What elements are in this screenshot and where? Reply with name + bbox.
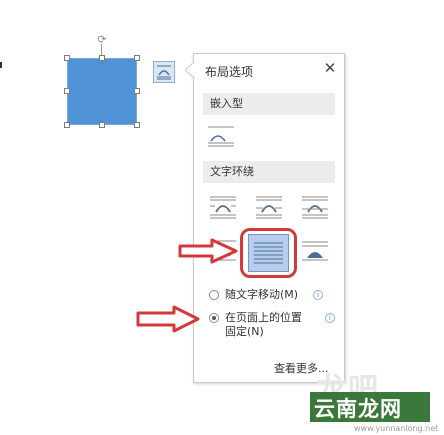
panel-title: 布局选项: [205, 65, 254, 79]
wrap-tight-icon: [256, 196, 282, 219]
wrap-through-option[interactable]: [300, 194, 330, 220]
layout-options-button[interactable]: [153, 61, 175, 83]
resize-handle-tr[interactable]: [134, 55, 140, 61]
panel-pointer: [185, 62, 195, 78]
radio-fix-position[interactable]: [209, 313, 219, 323]
wrap-in-front-icon: [302, 241, 328, 261]
resize-handle-l[interactable]: [64, 88, 70, 94]
wrap-square-option[interactable]: [208, 194, 238, 220]
wrap-tight-option[interactable]: [254, 194, 284, 220]
wrap-through-icon: [302, 196, 328, 219]
info-icon[interactable]: i: [313, 290, 323, 300]
option-fix-position-label-2: 固定(N): [225, 325, 264, 338]
wrap-in-front-option[interactable]: [300, 238, 330, 264]
rotate-handle-icon[interactable]: ⟳: [96, 34, 108, 46]
watermark-url: www.yunnanlong.net: [354, 424, 439, 433]
resize-handle-b[interactable]: [99, 122, 105, 128]
red-arrow-icon: [178, 238, 238, 264]
close-icon[interactable]: ✕: [322, 60, 338, 76]
section-inline: 嵌入型: [203, 93, 335, 115]
info-icon[interactable]: i: [325, 313, 335, 323]
wrap-behind-text-option[interactable]: [248, 234, 289, 272]
option-fix-position-label-1: 在页面上的位置: [225, 311, 302, 324]
edge-mark: [0, 62, 2, 68]
wrap-behind-text-icon: [254, 242, 283, 264]
wrap-inline-icon: [208, 126, 234, 147]
resize-handle-br[interactable]: [134, 122, 140, 128]
resize-handle-bl[interactable]: [64, 122, 70, 128]
selected-shape[interactable]: [67, 58, 137, 125]
resize-handle-t[interactable]: [99, 55, 105, 61]
resize-handle-r[interactable]: [134, 88, 140, 94]
watermark-text: 云南龙网: [314, 397, 402, 421]
option-move-with-text-label: 随文字移动(M): [225, 288, 299, 301]
layout-options-icon: [157, 65, 171, 80]
wrap-square-icon: [210, 196, 236, 219]
section-wrap: 文字环绕: [203, 161, 335, 183]
radio-move-with-text[interactable]: [209, 290, 219, 300]
resize-handle-tl[interactable]: [64, 55, 70, 61]
red-arrow-icon: [136, 305, 200, 333]
wrap-inline-option[interactable]: [206, 124, 236, 150]
